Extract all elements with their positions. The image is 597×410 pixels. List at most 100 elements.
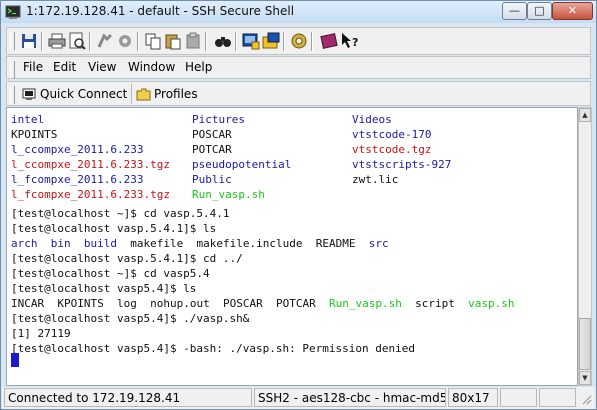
- terminal-cursor: [11, 353, 19, 367]
- ls-output-line: INCAR KPOINTS log nohup.out POSCAR POTCA…: [11, 297, 514, 310]
- scroll-thumb[interactable]: [579, 318, 591, 370]
- ls-entry: l_fcompxe_2011.6.233: [11, 173, 144, 186]
- ls-output-grid: intel Pictures Videos KPOINTS POSCAR vtstcode…: [11, 113, 571, 203]
- ls-entry: Run_vasp.sh: [328, 297, 402, 310]
- ls-entry: README: [315, 237, 356, 250]
- ls-entry: bin: [50, 237, 71, 250]
- ls-entry: l_ccompxe_2011.6.233: [11, 143, 144, 156]
- status-connection: Connected to 172.19.128.41: [4, 388, 252, 407]
- terminal-line: [test@localhost ~]$ cd vasp.5.4.1: [11, 207, 230, 220]
- ls-entry: Public: [192, 173, 232, 186]
- scroll-down-arrow-icon[interactable]: ▼: [579, 371, 591, 385]
- menu-view[interactable]: View: [88, 60, 116, 74]
- ls-entry: vasp.sh: [468, 297, 515, 310]
- ls-entry: script: [415, 297, 455, 310]
- toolbar: ?: [6, 27, 591, 55]
- menu-edit[interactable]: Edit: [53, 60, 76, 74]
- ls-entry: KPOINTS: [57, 297, 104, 310]
- terminal-screen[interactable]: intel Pictures Videos KPOINTS POSCAR vtstcode…: [6, 107, 578, 386]
- menu-help[interactable]: Help: [185, 60, 212, 74]
- save-icon[interactable]: [19, 31, 39, 51]
- status-bar: Connected to 172.19.128.41 SSH2 - aes128…: [2, 387, 595, 409]
- title-bar[interactable]: 1:172.19.128.41 - default - SSH Secure S…: [1, 1, 596, 23]
- ls-entry: log: [116, 297, 137, 310]
- close-button[interactable]: ✕: [552, 2, 593, 20]
- ls-entry: vtstscripts-927: [352, 158, 452, 171]
- resize-grip-icon[interactable]: [580, 393, 592, 405]
- toolbar-separator: [205, 32, 207, 51]
- terminal-line: [test@localhost vasp.5.4.1]$ ls: [11, 222, 217, 235]
- ls-entry: vtstcode.tgz: [352, 143, 432, 156]
- maximize-button[interactable]: □: [527, 2, 552, 20]
- status-panel-empty: [539, 388, 576, 407]
- svg-text:?: ?: [352, 36, 358, 49]
- ls-entry: build: [83, 237, 117, 250]
- ls-entry: pseudopotential: [192, 158, 292, 171]
- disconnect-icon[interactable]: [95, 31, 115, 51]
- print-preview-icon[interactable]: [67, 31, 87, 51]
- status-panel-empty: [500, 388, 537, 407]
- ls-entry: vtstcode-170: [352, 128, 432, 141]
- window-title: 1:172.19.128.41 - default - SSH Secure S…: [26, 4, 295, 18]
- ls-entry: makefile.include: [196, 237, 303, 250]
- profiles-label: Profiles: [154, 87, 198, 101]
- minimize-button[interactable]: —: [502, 2, 527, 20]
- status-protocol: SSH2 - aes128-cbc - hmac-md5: [254, 388, 446, 407]
- menu-file[interactable]: File: [23, 60, 43, 74]
- print-icon[interactable]: [47, 31, 67, 51]
- quick-connect-icon: [22, 88, 36, 100]
- menu-bar: File Edit View Window Help: [6, 56, 591, 79]
- quick-connect-button[interactable]: Quick Connect: [17, 83, 129, 104]
- toolbar-separator: [235, 32, 237, 51]
- profiles-button[interactable]: Profiles: [131, 83, 201, 104]
- context-help-icon[interactable]: ?: [340, 31, 360, 51]
- paste-alt-icon[interactable]: [183, 31, 203, 51]
- paste-icon[interactable]: [163, 31, 183, 51]
- ls-entry: Videos: [352, 113, 392, 126]
- status-terminal-size: 80x17: [448, 388, 498, 407]
- menu-window[interactable]: Window: [128, 60, 175, 74]
- ls-entry: INCAR: [11, 297, 45, 310]
- menubar-grip[interactable]: [10, 61, 15, 79]
- terminal-line: [test@localhost vasp5.4]$ ls: [11, 282, 197, 295]
- ls-entry: intel: [11, 113, 45, 126]
- ls-entry: makefile: [130, 237, 184, 250]
- toolbar-separator: [311, 32, 313, 51]
- terminal-line: [test@localhost vasp5.4]$ ./vasp.sh&: [11, 312, 250, 325]
- ls-output-line: arch bin build makefile makefile.include…: [11, 237, 389, 250]
- ls-entry: nohup.out: [150, 297, 210, 310]
- vertical-scrollbar[interactable]: ▲ ▼: [578, 107, 592, 386]
- toolbar-separator: [89, 32, 91, 51]
- ls-entry: POTCAR: [275, 297, 316, 310]
- help-book-icon[interactable]: [319, 31, 339, 51]
- profiles-settings-icon[interactable]: [289, 31, 309, 51]
- terminal-line: [1] 27119: [11, 327, 71, 340]
- ls-entry: KPOINTS: [11, 128, 58, 141]
- toolbar-separator: [283, 32, 285, 51]
- ls-entry: zwt.lic: [352, 173, 399, 186]
- toolbar-grip[interactable]: [10, 32, 15, 50]
- toolbar-separator: [41, 32, 43, 51]
- find-icon[interactable]: [213, 31, 233, 51]
- scroll-up-arrow-icon[interactable]: ▲: [579, 108, 591, 122]
- ls-entry: l_ccompxe_2011.6.233.tgz: [11, 158, 170, 171]
- ls-entry: src: [368, 237, 389, 250]
- ls-entry: Pictures: [192, 113, 245, 126]
- ls-entry: arch: [11, 237, 38, 250]
- ls-entry: POSCAR: [222, 297, 263, 310]
- ls-entry: POTCAR: [192, 143, 232, 156]
- new-terminal-icon[interactable]: [241, 31, 261, 51]
- terminal-line: [test@localhost ~]$ cd vasp5.4: [11, 267, 210, 280]
- ssh-client-window: 1:172.19.128.41 - default - SSH Secure S…: [0, 0, 597, 410]
- quick-connect-label: Quick Connect: [40, 87, 128, 101]
- copy-icon[interactable]: [143, 31, 163, 51]
- file-transfer-icon[interactable]: [261, 31, 281, 51]
- quickbar-grip[interactable]: [10, 86, 15, 104]
- terminal-line: [test@localhost vasp5.4]$ -bash: ./vasp.…: [11, 342, 415, 355]
- toolbar-separator: [137, 32, 139, 51]
- quick-connect-bar: Quick Connect Profiles: [6, 81, 591, 106]
- ls-entry: Run_vasp.sh: [192, 188, 265, 201]
- folder-icon: [136, 88, 151, 101]
- settings-icon[interactable]: [115, 31, 135, 51]
- terminal-app-icon: [5, 5, 21, 19]
